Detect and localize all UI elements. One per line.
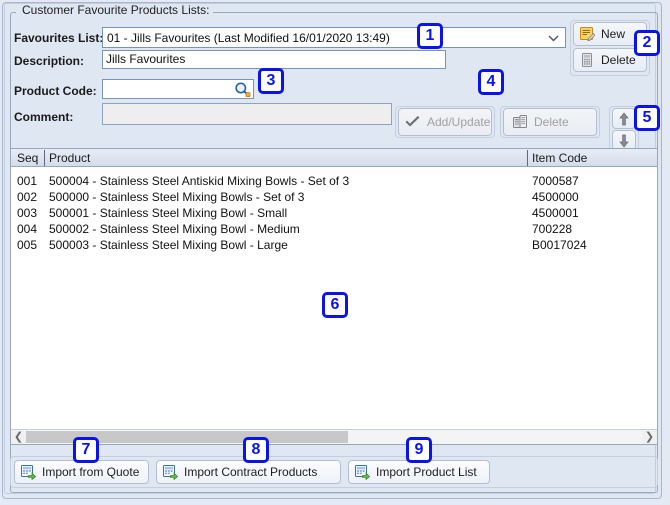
favourites-list-value: 01 - Jills Favourites (Last Modified 16/… <box>107 30 390 46</box>
product-code-label: Product Code: <box>14 84 97 98</box>
chevron-down-icon[interactable] <box>548 35 557 41</box>
chevron-left-icon[interactable]: ❮ <box>11 430 26 444</box>
application-window: Customer Favourite Products Lists: Favou… <box>0 0 670 505</box>
description-input[interactable]: Jills Favourites <box>102 50 446 69</box>
table-row[interactable]: 003 500001 - Stainless Steel Mixing Bowl… <box>11 205 657 221</box>
add-update-button[interactable]: Add/Update <box>398 108 492 136</box>
cell-seq: 002 <box>17 189 37 205</box>
arrow-up-icon <box>619 112 629 126</box>
column-header-product[interactable]: Product <box>49 150 90 166</box>
delete-row-button[interactable]: Delete <box>503 108 597 136</box>
table-row[interactable]: 004 500002 - Stainless Steel Mixing Bowl… <box>11 221 657 237</box>
groupbox-title: Customer Favourite Products Lists: <box>18 4 213 17</box>
check-tick-icon <box>404 115 421 129</box>
callout-4: 4 <box>478 69 504 95</box>
favourites-list-combobox[interactable]: 01 - Jills Favourites (Last Modified 16/… <box>102 27 566 48</box>
callout-1: 1 <box>417 23 443 49</box>
cell-item-code: 4500000 <box>532 189 579 205</box>
delete-button-label: Delete <box>601 53 636 67</box>
cell-seq: 005 <box>17 237 37 253</box>
cell-seq: 001 <box>17 173 37 189</box>
import-contract-products-label: Import Contract Products <box>184 465 317 479</box>
cell-product: 500000 - Stainless Steel Mixing Bowls - … <box>49 189 304 205</box>
callout-2: 2 <box>634 30 660 56</box>
magnifier-icon[interactable] <box>233 81 251 97</box>
arrow-down-icon <box>619 134 629 148</box>
table-row[interactable]: 001 500004 - Stainless Steel Antiskid Mi… <box>11 173 657 189</box>
cell-product: 500004 - Stainless Steel Antiskid Mixing… <box>49 173 349 189</box>
cell-item-code: 700228 <box>532 221 572 237</box>
comment-label: Comment: <box>14 110 73 124</box>
product-code-input[interactable] <box>102 79 254 99</box>
callout-6: 6 <box>322 292 348 318</box>
import-from-quote-label: Import from Quote <box>42 465 139 479</box>
cell-product: 500001 - Stainless Steel Mixing Bowl - S… <box>49 205 287 221</box>
move-up-button[interactable] <box>612 108 636 129</box>
callout-7: 7 <box>73 437 99 463</box>
cell-product: 500003 - Stainless Steel Mixing Bowl - L… <box>49 237 288 253</box>
shredder-icon <box>579 52 595 68</box>
add-update-button-label: Add/Update <box>427 115 490 129</box>
callout-5: 5 <box>634 105 660 131</box>
favourites-list-label: Favourites List: <box>14 31 103 45</box>
import-contract-products-button[interactable]: Import Contract Products <box>156 460 341 484</box>
import-product-list-button[interactable]: Import Product List <box>348 460 490 484</box>
shredder-clipboard-icon <box>512 114 528 130</box>
import-document-icon <box>354 464 370 480</box>
import-from-quote-button[interactable]: Import from Quote <box>14 460 149 484</box>
table-row[interactable]: 002 500000 - Stainless Steel Mixing Bowl… <box>11 189 657 205</box>
column-header-seq[interactable]: Seq <box>17 150 38 166</box>
column-header-item-code[interactable]: Item Code <box>532 150 587 166</box>
cell-item-code: B0017024 <box>532 237 587 253</box>
import-document-icon <box>162 464 178 480</box>
cell-item-code: 7000587 <box>532 173 579 189</box>
callout-8: 8 <box>243 437 269 463</box>
chevron-right-icon[interactable]: ❯ <box>642 430 657 444</box>
column-divider-1[interactable] <box>44 150 45 166</box>
column-divider-2[interactable] <box>527 150 528 166</box>
callout-9: 9 <box>406 437 432 463</box>
horizontal-scrollbar[interactable]: ❮ ❯ <box>11 429 657 444</box>
cell-seq: 003 <box>17 205 37 221</box>
table-row[interactable]: 005 500003 - Stainless Steel Mixing Bowl… <box>11 237 657 253</box>
new-button-label: New <box>601 27 625 41</box>
cell-seq: 004 <box>17 221 37 237</box>
delete-row-button-label: Delete <box>534 115 569 129</box>
cell-product: 500002 - Stainless Steel Mixing Bowl - M… <box>49 221 300 237</box>
callout-3: 3 <box>258 68 284 94</box>
description-label: Description: <box>14 54 84 68</box>
table-header-row: Seq Product Item Code <box>11 149 657 167</box>
notepad-pencil-icon <box>579 26 595 42</box>
import-product-list-label: Import Product List <box>376 465 477 479</box>
cell-item-code: 4500001 <box>532 205 579 221</box>
comment-input[interactable] <box>102 103 392 125</box>
import-document-icon <box>20 464 36 480</box>
